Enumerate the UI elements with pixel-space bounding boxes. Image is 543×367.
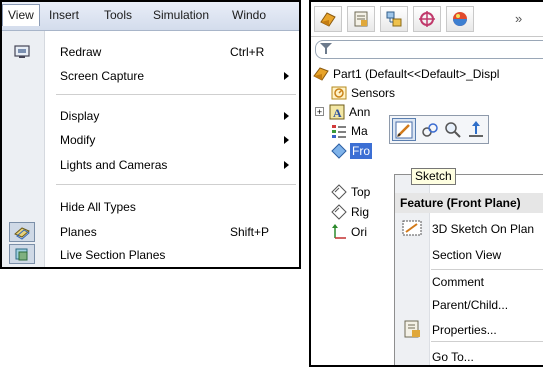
submenu-arrow-icon bbox=[284, 112, 289, 120]
material-icon bbox=[331, 123, 347, 139]
toolbar-overflow-icon[interactable]: » bbox=[515, 11, 522, 26]
screen-capture-label: Screen Capture bbox=[60, 69, 145, 83]
properties-icon bbox=[402, 320, 422, 341]
part-label: Part1 (Default<<Default>_Displ bbox=[333, 67, 500, 81]
menu-item-section-view[interactable]: Section View bbox=[432, 248, 501, 262]
menu-item-planes[interactable]: Planes Shift+P bbox=[44, 222, 294, 242]
configuration-manager-tab[interactable] bbox=[380, 6, 408, 32]
submenu-arrow-icon bbox=[284, 72, 289, 80]
sensors-icon bbox=[331, 85, 347, 101]
expand-icon[interactable]: + bbox=[315, 107, 324, 117]
hide-all-types-label: Hide All Types bbox=[60, 200, 136, 214]
context-menu-header-label: Feature (Front Plane) bbox=[400, 196, 521, 210]
material-label: Ma bbox=[351, 124, 368, 138]
front-plane-icon bbox=[331, 143, 347, 159]
configuration-manager-icon bbox=[386, 11, 402, 27]
normal-to-button[interactable] bbox=[466, 120, 486, 140]
redraw-icon bbox=[9, 42, 35, 62]
filter-icon bbox=[320, 43, 332, 54]
menu-item-hide-all-types[interactable]: Hide All Types bbox=[44, 197, 294, 217]
lights-and-cameras-label: Lights and Cameras bbox=[60, 158, 168, 172]
submenu-arrow-icon bbox=[284, 161, 289, 169]
menu-item-parent-child[interactable]: Parent/Child... bbox=[432, 298, 508, 312]
sensors-label: Sensors bbox=[351, 86, 396, 100]
modify-label: Modify bbox=[60, 133, 96, 147]
feature-tree-icon bbox=[320, 12, 336, 27]
feature-manager-tab[interactable] bbox=[314, 6, 342, 32]
menu-item-redraw[interactable]: Redraw Ctrl+R bbox=[44, 42, 294, 62]
sketch-icon bbox=[395, 121, 413, 138]
feature-manager-toolbar: » bbox=[311, 2, 543, 37]
front-plane-label: Fro bbox=[350, 143, 372, 159]
display-manager-tab[interactable] bbox=[446, 6, 474, 32]
top-plane-label: Top bbox=[351, 185, 371, 199]
submenu-arrow-icon bbox=[284, 136, 289, 144]
planes-label: Planes bbox=[60, 225, 97, 239]
display-manager-icon bbox=[453, 12, 467, 26]
menu-separator bbox=[56, 94, 296, 95]
magnifier-icon bbox=[445, 122, 461, 138]
menu-view[interactable]: View bbox=[2, 4, 40, 26]
top-plane-icon bbox=[331, 184, 347, 200]
right-plane-icon bbox=[331, 204, 347, 220]
dimxpert-icon bbox=[419, 11, 435, 27]
view-menu-panel: View Insert Tools Simulation Windo Redra… bbox=[0, 0, 301, 269]
context-toolbar bbox=[389, 115, 489, 144]
3d-sketch-icon bbox=[402, 219, 422, 240]
menu-item-comment[interactable]: Comment bbox=[432, 275, 484, 289]
zoom-to-selection-button[interactable] bbox=[443, 120, 463, 140]
menu-window[interactable]: Windo bbox=[232, 8, 266, 22]
part-icon bbox=[313, 66, 329, 82]
context-menu: Feature (Front Plane) 3D Sketch On Plan … bbox=[394, 174, 543, 365]
normal-to-icon bbox=[469, 121, 483, 137]
display-label: Display bbox=[60, 109, 100, 123]
link-icon bbox=[422, 123, 438, 137]
right-plane-label: Rig bbox=[351, 205, 370, 219]
redraw-shortcut: Ctrl+R bbox=[230, 45, 265, 59]
context-menu-header: Feature (Front Plane) bbox=[395, 193, 543, 213]
menu-bar: View Insert Tools Simulation Windo bbox=[2, 2, 299, 31]
live-section-planes-label: Live Section Planes bbox=[60, 248, 166, 262]
menu-item-properties[interactable]: Properties... bbox=[432, 323, 497, 337]
context-menu-separator bbox=[431, 269, 543, 270]
menu-item-go-to[interactable]: Go To... bbox=[432, 350, 474, 364]
menu-item-3d-sketch-on-plane[interactable]: 3D Sketch On Plan bbox=[432, 222, 534, 236]
menu-item-display[interactable]: Display bbox=[44, 106, 294, 126]
planes-shortcut: Shift+P bbox=[230, 225, 270, 239]
menu-simulation[interactable]: Simulation bbox=[153, 8, 209, 22]
property-manager-icon bbox=[354, 11, 368, 27]
sketch-button[interactable] bbox=[392, 118, 416, 141]
redraw-label: Redraw bbox=[60, 45, 102, 59]
menu-insert[interactable]: Insert bbox=[49, 8, 79, 22]
menu-item-lights-and-cameras[interactable]: Lights and Cameras bbox=[44, 155, 294, 175]
menu-item-modify[interactable]: Modify bbox=[44, 130, 294, 150]
menu-separator bbox=[56, 184, 296, 185]
context-menu-separator bbox=[431, 341, 543, 342]
svg-text:A: A bbox=[333, 106, 342, 120]
annotations-label: Ann bbox=[349, 105, 371, 119]
dimxpert-manager-tab[interactable] bbox=[413, 6, 441, 32]
menu-item-screen-capture[interactable]: Screen Capture bbox=[44, 66, 294, 86]
live-section-planes-icon bbox=[9, 244, 35, 264]
planes-icon bbox=[9, 222, 35, 242]
menu-tools[interactable]: Tools bbox=[104, 8, 132, 22]
origin-icon bbox=[331, 224, 347, 240]
feature-manager-panel: » Part1 (Default<<Default>_Displ Sensors… bbox=[309, 0, 543, 367]
origin-label: Ori bbox=[351, 225, 367, 239]
feature-tree-filter[interactable] bbox=[315, 40, 543, 59]
edit-feature-button[interactable] bbox=[420, 120, 440, 140]
menu-item-live-section-planes[interactable]: Live Section Planes bbox=[44, 245, 294, 265]
annotations-icon: A bbox=[329, 104, 345, 120]
sketch-tooltip: Sketch bbox=[411, 168, 456, 185]
property-manager-tab[interactable] bbox=[347, 6, 375, 32]
